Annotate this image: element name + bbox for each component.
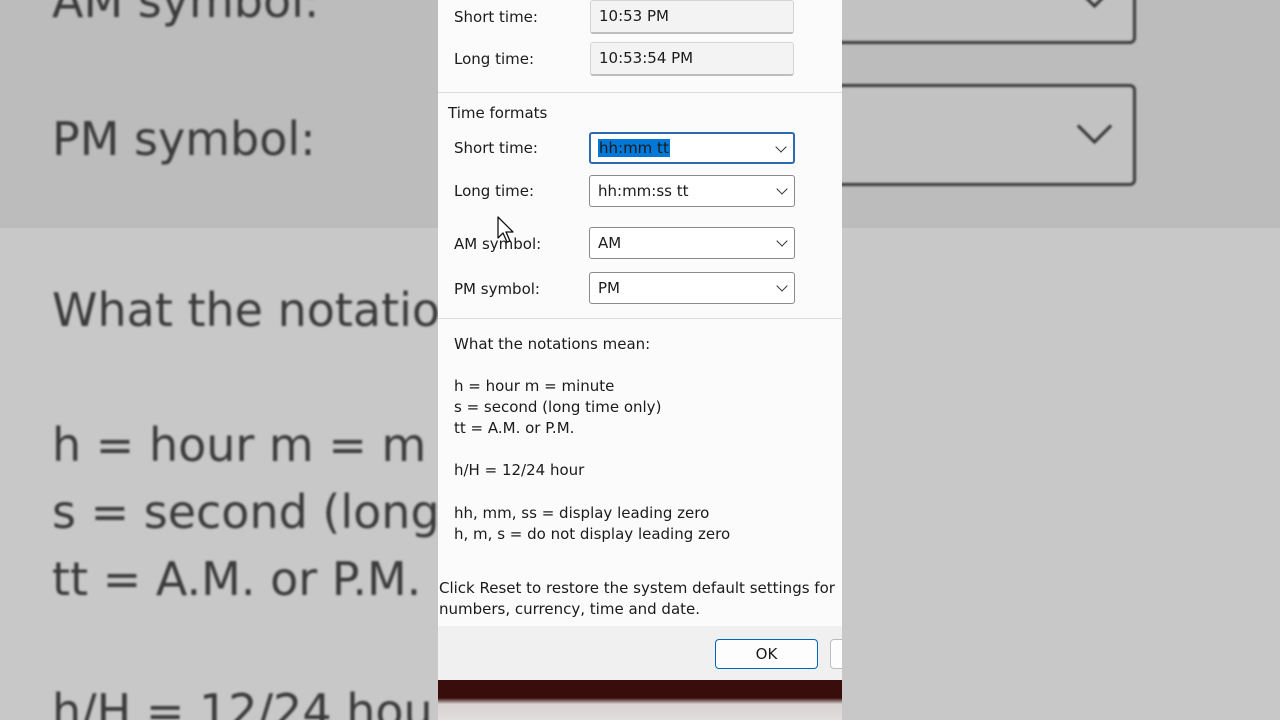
- cancel-button[interactable]: [830, 639, 842, 669]
- time-formats-group-title: Time formats: [446, 104, 550, 122]
- notation-line: h/H = 12/24 hour: [454, 461, 585, 479]
- background-text: tt = A.M. or P.M.: [52, 552, 422, 606]
- am-symbol-value[interactable]: AM: [598, 234, 621, 252]
- background-right-panel: [842, 0, 1280, 720]
- current-short-time-value: 10:53 PM: [599, 7, 669, 25]
- group-divider: [438, 92, 842, 93]
- current-long-time-label: Long time:: [454, 50, 535, 68]
- notation-line: h = hour m = minute: [454, 377, 615, 395]
- reset-note: numbers, currency, time and date.: [439, 600, 701, 618]
- mouse-cursor-icon: [497, 216, 514, 243]
- background-text: s = second (long: [52, 485, 438, 539]
- pm-symbol-combo[interactable]: PM: [589, 272, 795, 304]
- reset-note: Click Reset to restore the system defaul…: [439, 579, 835, 597]
- pm-symbol-value[interactable]: PM: [598, 279, 620, 297]
- chevron-down-icon[interactable]: [776, 183, 788, 195]
- notation-line: h, m, s = do not display leading zero: [454, 525, 731, 543]
- chevron-down-icon[interactable]: [775, 141, 787, 153]
- long-time-format-label: Long time:: [454, 182, 535, 200]
- ok-button[interactable]: OK: [715, 639, 818, 669]
- background-text: PM symbol:: [52, 112, 316, 166]
- long-time-format-value[interactable]: hh:mm:ss tt: [598, 182, 689, 200]
- notation-line: hh, mm, ss = display leading zero: [454, 504, 710, 522]
- long-time-format-combo[interactable]: hh:mm:ss tt: [589, 175, 795, 207]
- short-time-format-combo[interactable]: hh:mm tt: [589, 132, 795, 164]
- notation-line: tt = A.M. or P.M.: [454, 419, 575, 437]
- background-text: h/H = 12/24 hou: [52, 684, 433, 720]
- chevron-down-icon[interactable]: [776, 235, 788, 247]
- group-divider: [438, 318, 842, 319]
- notation-line: s = second (long time only): [454, 398, 662, 416]
- notations-heading: What the notations mean:: [454, 335, 651, 353]
- current-short-time-display: 10:53 PM: [590, 0, 794, 34]
- background-text: h = hour m = m: [52, 418, 427, 472]
- time-settings-dialog: Short time: 10:53 PM Long time: 10:53:54…: [438, 0, 842, 680]
- current-short-time-label: Short time:: [454, 8, 538, 26]
- am-symbol-combo[interactable]: AM: [589, 227, 795, 259]
- current-long-time-value: 10:53:54 PM: [599, 49, 694, 67]
- background-combo: [842, 0, 1136, 44]
- background-left-panel: AM symbol: PM symbol: What the notatio h…: [0, 0, 438, 720]
- background-text: What the notatio: [52, 283, 438, 337]
- chevron-down-icon[interactable]: [776, 280, 788, 292]
- short-time-format-value[interactable]: hh:mm tt: [598, 139, 670, 157]
- pm-symbol-label: PM symbol:: [454, 280, 540, 298]
- taskbar-strip: [438, 680, 842, 720]
- short-time-format-label: Short time:: [454, 139, 538, 157]
- current-long-time-display: 10:53:54 PM: [590, 42, 794, 76]
- background-text: AM symbol:: [52, 0, 320, 28]
